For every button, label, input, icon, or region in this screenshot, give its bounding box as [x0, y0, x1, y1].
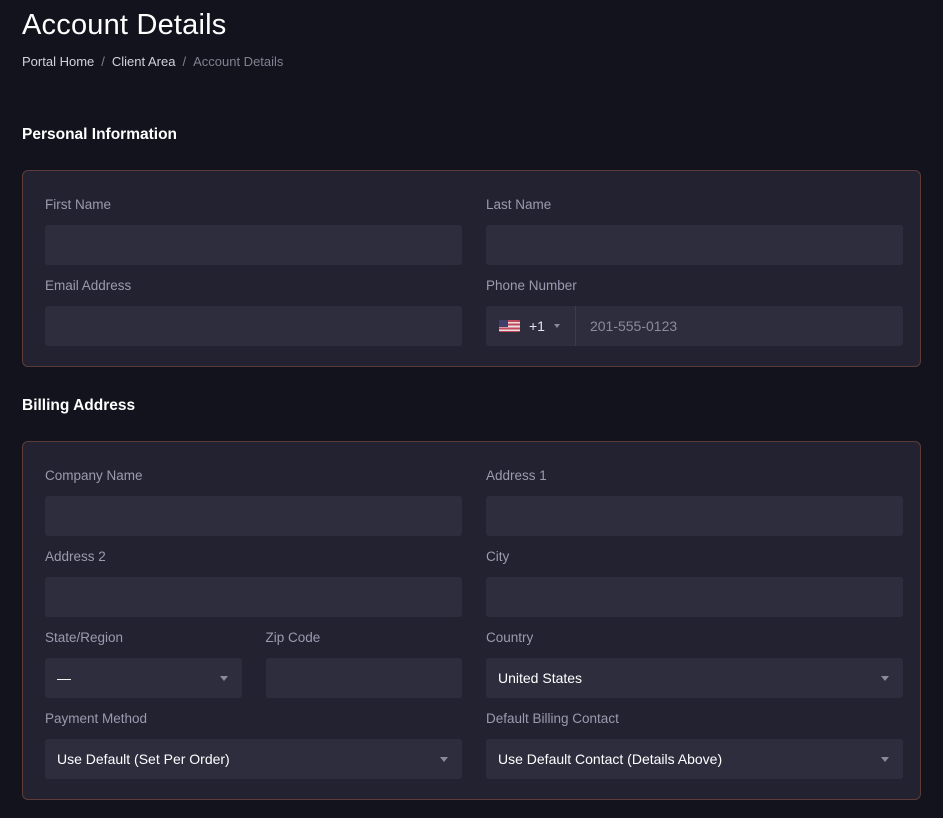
dial-code-value: +1 — [529, 318, 545, 334]
phone-field: Phone Number +1 — [486, 278, 903, 346]
breadcrumb: Portal Home / Client Area / Account Deta… — [22, 54, 921, 69]
billing-address-card: Company Name Address 1 Address 2 City St… — [22, 441, 921, 800]
first-name-label: First Name — [45, 197, 462, 213]
first-name-input[interactable] — [45, 225, 462, 265]
country-label: Country — [486, 630, 903, 646]
zip-input[interactable] — [266, 658, 463, 698]
country-field: Country United States — [486, 630, 903, 698]
payment-method-select-value: Use Default (Set Per Order) — [57, 751, 230, 767]
address2-input[interactable] — [45, 577, 462, 617]
state-select-value: — — [57, 670, 71, 686]
company-name-label: Company Name — [45, 468, 462, 484]
section-heading-billing-address: Billing Address — [22, 397, 921, 415]
breadcrumb-client-area[interactable]: Client Area — [112, 54, 176, 69]
address1-label: Address 1 — [486, 468, 903, 484]
company-name-field: Company Name — [45, 468, 462, 536]
breadcrumb-separator: / — [101, 54, 105, 69]
billing-contact-field: Default Billing Contact Use Default Cont… — [486, 711, 903, 779]
phone-input-group: +1 — [486, 306, 903, 346]
company-name-input[interactable] — [45, 496, 462, 536]
city-label: City — [486, 549, 903, 565]
address2-city-row: Address 2 City — [45, 549, 903, 617]
state-select[interactable]: — — [45, 658, 242, 698]
last-name-field: Last Name — [486, 197, 903, 265]
zip-field: Zip Code — [266, 630, 463, 698]
breadcrumb-current: Account Details — [193, 54, 283, 69]
state-label: State/Region — [45, 630, 242, 646]
first-name-field: First Name — [45, 197, 462, 265]
email-input[interactable] — [45, 306, 462, 346]
chevron-down-icon — [220, 676, 228, 681]
address1-field: Address 1 — [486, 468, 903, 536]
state-field: State/Region — — [45, 630, 242, 698]
payment-method-label: Payment Method — [45, 711, 462, 727]
email-field: Email Address — [45, 278, 462, 346]
page-title: Account Details — [22, 8, 921, 42]
breadcrumb-separator: / — [182, 54, 186, 69]
dial-code-select[interactable]: +1 — [486, 306, 575, 346]
us-flag-icon — [499, 320, 520, 332]
chevron-down-icon — [881, 757, 889, 762]
account-details-page: Account Details Portal Home / Client Are… — [0, 0, 943, 818]
section-heading-personal-information: Personal Information — [22, 126, 921, 144]
zip-label: Zip Code — [266, 630, 463, 646]
country-select[interactable]: United States — [486, 658, 903, 698]
address2-field: Address 2 — [45, 549, 462, 617]
state-zip-split: State/Region — Zip Code — [45, 630, 462, 698]
city-input[interactable] — [486, 577, 903, 617]
address1-input[interactable] — [486, 496, 903, 536]
name-row: First Name Last Name — [45, 197, 903, 265]
chevron-down-icon — [554, 324, 560, 328]
email-label: Email Address — [45, 278, 462, 294]
phone-label: Phone Number — [486, 278, 903, 294]
billing-contact-select[interactable]: Use Default Contact (Details Above) — [486, 739, 903, 779]
country-select-value: United States — [498, 670, 582, 686]
company-address1-row: Company Name Address 1 — [45, 468, 903, 536]
payment-contact-row: Payment Method Use Default (Set Per Orde… — [45, 711, 903, 779]
billing-contact-select-value: Use Default Contact (Details Above) — [498, 751, 722, 767]
breadcrumb-portal-home[interactable]: Portal Home — [22, 54, 94, 69]
last-name-input[interactable] — [486, 225, 903, 265]
billing-contact-label: Default Billing Contact — [486, 711, 903, 727]
state-zip-country-row: State/Region — Zip Code Country United S… — [45, 630, 903, 698]
contact-row: Email Address Phone Number +1 — [45, 278, 903, 346]
payment-method-field: Payment Method Use Default (Set Per Orde… — [45, 711, 462, 779]
chevron-down-icon — [881, 676, 889, 681]
payment-method-select[interactable]: Use Default (Set Per Order) — [45, 739, 462, 779]
phone-number-input[interactable] — [576, 306, 903, 346]
personal-information-card: First Name Last Name Email Address Phone… — [22, 170, 921, 367]
last-name-label: Last Name — [486, 197, 903, 213]
chevron-down-icon — [440, 757, 448, 762]
city-field: City — [486, 549, 903, 617]
address2-label: Address 2 — [45, 549, 462, 565]
